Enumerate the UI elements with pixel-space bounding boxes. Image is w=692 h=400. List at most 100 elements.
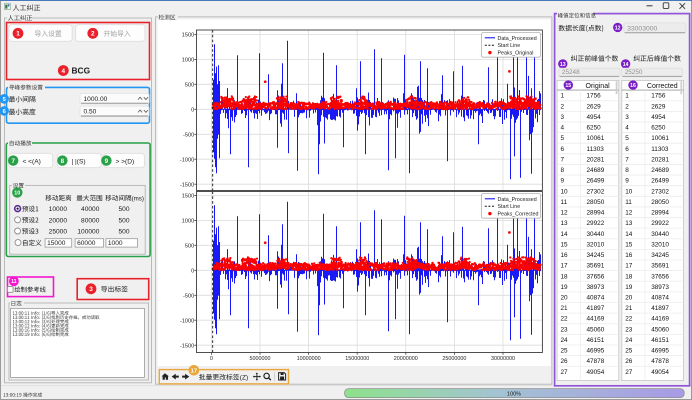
svg-text:25000000: 25000000 xyxy=(442,356,466,362)
svg-text:80000: 80000 xyxy=(81,217,100,224)
svg-text:9: 9 xyxy=(561,178,565,185)
svg-text:38973: 38973 xyxy=(651,284,669,291)
svg-text:49054: 49054 xyxy=(651,369,669,376)
svg-text:46151: 46151 xyxy=(587,337,605,344)
svg-text:15000000: 15000000 xyxy=(345,356,369,362)
svg-text:-1500: -1500 xyxy=(180,343,194,349)
svg-text:46995: 46995 xyxy=(651,348,669,355)
svg-text:35691: 35691 xyxy=(587,263,605,270)
svg-text:2: 2 xyxy=(91,31,95,38)
svg-text:20281: 20281 xyxy=(587,156,605,163)
svg-text:13: 13 xyxy=(625,220,633,227)
svg-text:40874: 40874 xyxy=(587,295,605,302)
svg-text:-1000: -1000 xyxy=(180,318,194,324)
svg-text:38973: 38973 xyxy=(587,284,605,291)
svg-text:1000: 1000 xyxy=(182,57,194,63)
svg-text:11: 11 xyxy=(11,279,17,285)
svg-text:-500: -500 xyxy=(183,293,194,299)
svg-text:11303: 11303 xyxy=(651,146,669,153)
svg-text:-1500: -1500 xyxy=(180,182,194,188)
svg-text:21: 21 xyxy=(561,305,569,312)
svg-text:32010: 32010 xyxy=(587,241,605,248)
svg-text:26499: 26499 xyxy=(651,178,669,185)
svg-text:26: 26 xyxy=(625,358,633,365)
svg-text:Start Line: Start Line xyxy=(498,204,521,210)
svg-text:8: 8 xyxy=(625,167,629,174)
svg-text:47878: 47878 xyxy=(651,358,669,365)
svg-text:20000: 20000 xyxy=(49,217,68,224)
svg-text:6250: 6250 xyxy=(587,125,602,132)
svg-text:1: 1 xyxy=(625,93,629,100)
svg-text:46995: 46995 xyxy=(587,348,605,355)
svg-text:0: 0 xyxy=(210,356,213,362)
svg-text:44169: 44169 xyxy=(651,316,669,323)
svg-text:500: 500 xyxy=(118,206,129,213)
svg-text:(Z): (Z) xyxy=(240,375,248,382)
svg-text:29922: 29922 xyxy=(587,220,605,227)
svg-text:Peaks_Original: Peaks_Original xyxy=(498,51,534,57)
svg-text:1500: 1500 xyxy=(182,33,194,39)
svg-text:12: 12 xyxy=(615,25,621,31)
svg-text:100%: 100% xyxy=(507,391,521,397)
svg-text:30440: 30440 xyxy=(651,231,669,238)
svg-text:-500: -500 xyxy=(183,132,194,138)
svg-text:45060: 45060 xyxy=(651,326,669,333)
svg-text:Data_Processed: Data_Processed xyxy=(498,36,537,42)
svg-text:40874: 40874 xyxy=(651,295,669,302)
svg-text:28994: 28994 xyxy=(587,210,605,217)
svg-text:27302: 27302 xyxy=(587,188,605,195)
svg-text:19: 19 xyxy=(561,284,569,291)
svg-text:10000000: 10000000 xyxy=(297,356,321,362)
svg-text:15000: 15000 xyxy=(47,240,66,247)
svg-text:3: 3 xyxy=(625,114,629,121)
svg-text:23: 23 xyxy=(625,326,633,333)
svg-text:11: 11 xyxy=(625,199,632,206)
svg-text:3: 3 xyxy=(561,114,565,121)
svg-text:28050: 28050 xyxy=(587,199,605,206)
svg-text:18: 18 xyxy=(625,273,633,280)
svg-text:11303: 11303 xyxy=(587,146,605,153)
svg-text:41897: 41897 xyxy=(651,305,669,312)
svg-text:16: 16 xyxy=(630,83,636,89)
svg-text:60000: 60000 xyxy=(77,240,96,247)
svg-text:9: 9 xyxy=(625,178,629,185)
svg-text:> >(D): > >(D) xyxy=(116,158,135,165)
svg-text:9: 9 xyxy=(105,158,109,165)
svg-text:1000: 1000 xyxy=(182,218,194,224)
svg-text:15: 15 xyxy=(561,241,569,248)
svg-text:22: 22 xyxy=(561,316,569,323)
svg-text:27: 27 xyxy=(625,369,633,376)
svg-text:47878: 47878 xyxy=(587,358,605,365)
svg-text:24689: 24689 xyxy=(587,167,605,174)
svg-text:13: 13 xyxy=(560,62,566,68)
svg-text:46151: 46151 xyxy=(651,337,669,344)
svg-text:22: 22 xyxy=(625,316,633,323)
svg-text:0: 0 xyxy=(191,268,194,274)
svg-text:21: 21 xyxy=(625,305,633,312)
svg-text:30000000: 30000000 xyxy=(491,356,515,362)
svg-text:Data_Processed: Data_Processed xyxy=(498,197,537,203)
svg-text:20: 20 xyxy=(625,295,633,302)
svg-text:27: 27 xyxy=(561,369,569,376)
svg-text:2629: 2629 xyxy=(587,103,602,110)
svg-text:20000000: 20000000 xyxy=(394,356,418,362)
svg-text:1000.00: 1000.00 xyxy=(84,96,108,103)
svg-text:26499: 26499 xyxy=(587,178,605,185)
svg-text:7: 7 xyxy=(11,158,15,165)
svg-text:1: 1 xyxy=(561,93,565,100)
svg-text:7: 7 xyxy=(561,156,565,163)
svg-text:| |(S): | |(S) xyxy=(72,158,86,165)
svg-text:5000000: 5000000 xyxy=(250,356,271,362)
svg-text:20: 20 xyxy=(561,295,569,302)
svg-text:(ms): (ms) xyxy=(132,195,144,202)
svg-text:0.50: 0.50 xyxy=(84,109,97,116)
svg-text:27302: 27302 xyxy=(651,188,669,195)
svg-text:4954: 4954 xyxy=(587,114,602,121)
svg-text:37656: 37656 xyxy=(651,273,669,280)
svg-text:6250: 6250 xyxy=(651,125,666,132)
svg-text:2: 2 xyxy=(561,103,565,110)
svg-text:4: 4 xyxy=(561,125,565,132)
svg-text:11: 11 xyxy=(561,199,568,206)
svg-text:7: 7 xyxy=(625,156,629,163)
svg-text:14: 14 xyxy=(625,231,633,238)
